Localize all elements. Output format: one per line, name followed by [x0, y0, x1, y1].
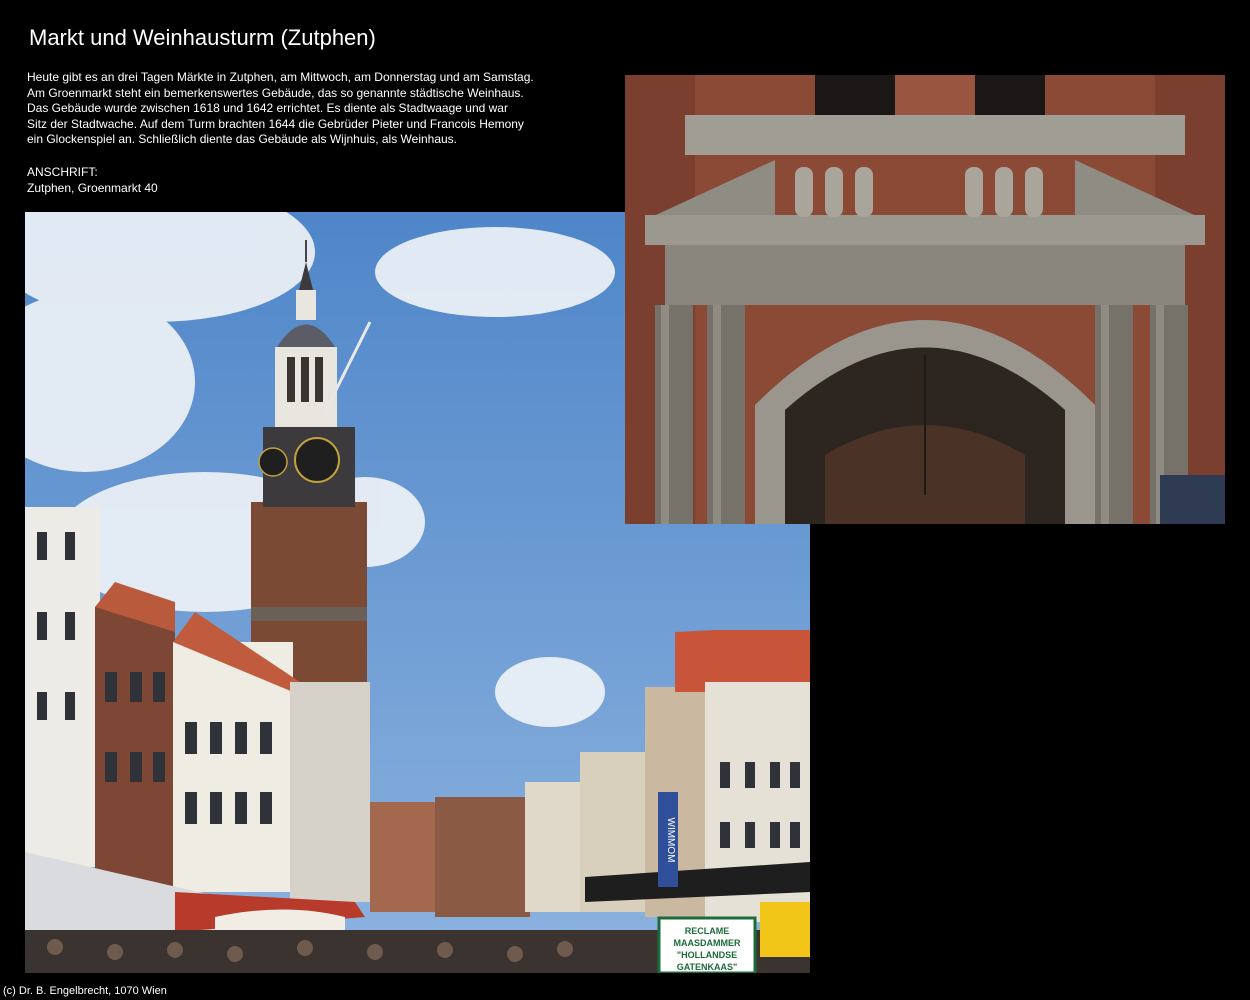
sign-hollandse: "HOLLANDSE	[677, 950, 737, 960]
description: Heute gibt es an drei Tagen Märkte in Zu…	[27, 70, 587, 148]
sign-maasdammer: MAASDAMMER	[674, 938, 741, 948]
description-line: Sitz der Stadtwache. Auf dem Turm bracht…	[27, 116, 524, 131]
market-banner: WIMMOM	[665, 818, 676, 863]
copyright-footer: (c) Dr. B. Engelbrecht, 1070 Wien	[3, 985, 167, 997]
address-block: ANSCHRIFT: Zutphen, Groenmarkt 40	[27, 165, 158, 196]
description-line: Heute gibt es an drei Tagen Märkte in Zu…	[27, 70, 534, 84]
address-value: Zutphen, Groenmarkt 40	[27, 180, 158, 195]
address-label: ANSCHRIFT:	[27, 165, 98, 179]
description-line: ein Glockenspiel an. Schließlich diente …	[27, 132, 458, 147]
description-line: Das Gebäude wurde zwischen 1618 und 1642…	[27, 101, 508, 116]
sign-gatenkaas: GATENKAAS"	[677, 962, 738, 972]
description-line: Am Groenmarkt steht ein bemerkenswertes …	[27, 85, 524, 100]
sign-reclame: RECLAME	[685, 926, 730, 936]
page-title: Markt und Weinhausturm (Zutphen)	[29, 25, 376, 50]
portal-photo	[625, 75, 1225, 524]
